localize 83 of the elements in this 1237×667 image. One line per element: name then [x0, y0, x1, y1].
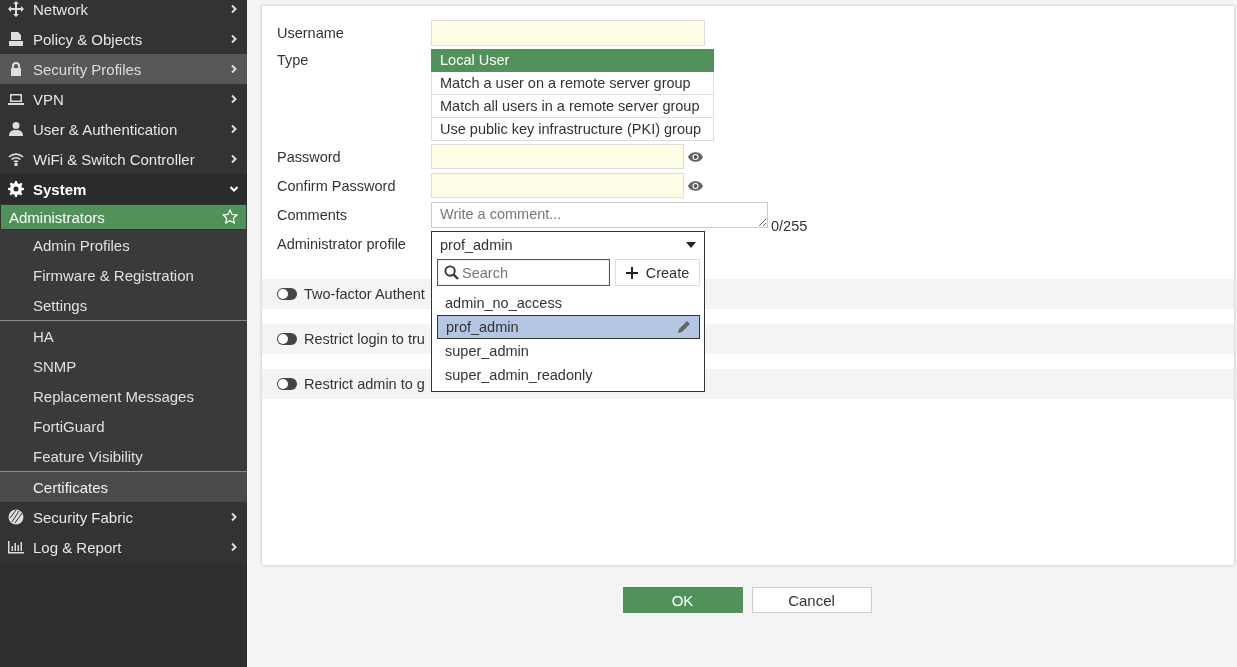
chevron-right-icon [229, 154, 239, 164]
laptop-icon [8, 91, 24, 107]
menu-label: Network [33, 0, 89, 18]
toggle-label: Two-factor Authent [304, 286, 425, 302]
sidebar-item[interactable]: System [0, 174, 247, 204]
chevron-right-icon [229, 34, 239, 44]
sidebar-subitem[interactable]: Replacement Messages [0, 381, 247, 411]
chevron-down-icon [229, 184, 239, 194]
bar-chart-icon [8, 539, 24, 555]
profile-option[interactable]: prof_admin [437, 315, 700, 339]
document-icon [8, 31, 24, 47]
menu-label: WiFi & Switch Controller [33, 150, 196, 168]
field-label: Administrator profile [277, 235, 407, 254]
sidebar-item[interactable]: Policy & Objects [0, 24, 247, 54]
sidebar-subitem[interactable]: Settings [0, 290, 247, 320]
toggle-label: Restrict login to tru [304, 331, 425, 347]
star-icon[interactable] [222, 209, 238, 225]
sidebar-item[interactable]: WiFi & Switch Controller [0, 144, 247, 174]
toggle-switch[interactable] [277, 288, 297, 300]
type-option[interactable]: Match a user on a remote server group [431, 72, 714, 95]
wifi-icon [8, 151, 24, 167]
caret-icon [686, 241, 696, 248]
ok-button[interactable]: OK [622, 587, 743, 613]
sidebar-subitem[interactable]: HA [0, 321, 247, 351]
chevron-right-icon [229, 94, 239, 104]
sidebar-subitem[interactable]: FortiGuard [0, 411, 247, 441]
profile-option[interactable]: super_admin [437, 339, 700, 363]
field-label: Confirm Password [277, 177, 397, 196]
field-label: Type [277, 51, 310, 70]
comment-field[interactable]: Write a comment... [431, 202, 768, 228]
create-button[interactable]: Create [615, 259, 700, 286]
sidebar-item[interactable]: Security Profiles [0, 54, 247, 84]
character-counter: 0/255 [771, 218, 808, 234]
field-label: Password [277, 148, 342, 167]
type-option[interactable]: Match all users in a remote server group [431, 95, 714, 118]
toggle-switch[interactable] [277, 378, 297, 390]
menu-label: Log & Report [33, 538, 123, 556]
sidebar-item[interactable]: Log & Report [0, 532, 247, 562]
sidebar-subitem[interactable]: Feature Visibility [0, 441, 247, 471]
pencil-icon[interactable] [677, 320, 691, 334]
move-icon [8, 1, 24, 17]
sidebar-item[interactable]: VPN [0, 84, 247, 114]
chevron-right-icon [229, 4, 239, 14]
type-option[interactable]: Use public key infrastructure (PKI) group [431, 118, 714, 141]
menu-label: Policy & Objects [33, 30, 144, 48]
plus-icon [625, 266, 638, 279]
menu-label: User & Authentication [33, 120, 179, 138]
gear-icon [8, 181, 24, 197]
sidebar-subitem[interactable]: SNMP [0, 351, 247, 381]
menu-label: System [33, 180, 88, 198]
sidebar-subitem[interactable]: Admin Profiles [0, 230, 247, 260]
username-field[interactable] [431, 20, 705, 46]
search-field[interactable]: Search [437, 259, 610, 286]
sidebar-subitem[interactable]: Firmware & Registration [0, 260, 247, 290]
chevron-right-icon [229, 64, 239, 74]
user-icon [8, 121, 24, 137]
sidebar-subitem[interactable]: Administrators [0, 204, 247, 230]
field-label: Comments [277, 206, 349, 225]
field-label: Username [277, 24, 345, 43]
menu-label: VPN [33, 90, 65, 108]
cancel-button[interactable]: Cancel [751, 587, 872, 613]
striped-circle-icon [8, 509, 24, 525]
eye-icon[interactable] [687, 151, 704, 163]
profile-select[interactable]: prof_admin [431, 231, 705, 257]
menu-label: Security Fabric [33, 508, 135, 526]
chevron-right-icon [229, 124, 239, 134]
sidebar-subitem[interactable]: Certificates [0, 472, 247, 502]
sidebar-item[interactable]: Security Fabric [0, 502, 247, 532]
password-field[interactable] [431, 144, 684, 169]
search-icon [444, 265, 459, 280]
password-field[interactable] [431, 173, 684, 198]
menu-label: Security Profiles [33, 60, 143, 78]
sidebar-item[interactable]: User & Authentication [0, 114, 247, 144]
eye-icon[interactable] [687, 180, 704, 192]
profile-option[interactable]: super_admin_readonly [437, 363, 700, 387]
toggle-switch[interactable] [277, 333, 297, 345]
profile-option[interactable]: admin_no_access [437, 291, 700, 315]
lock-icon [8, 61, 24, 77]
chevron-right-icon [229, 512, 239, 522]
type-option[interactable]: Local User [431, 49, 714, 72]
chevron-right-icon [229, 542, 239, 552]
toggle-label: Restrict admin to g [304, 376, 425, 392]
sidebar-item[interactable]: Network [0, 0, 247, 24]
